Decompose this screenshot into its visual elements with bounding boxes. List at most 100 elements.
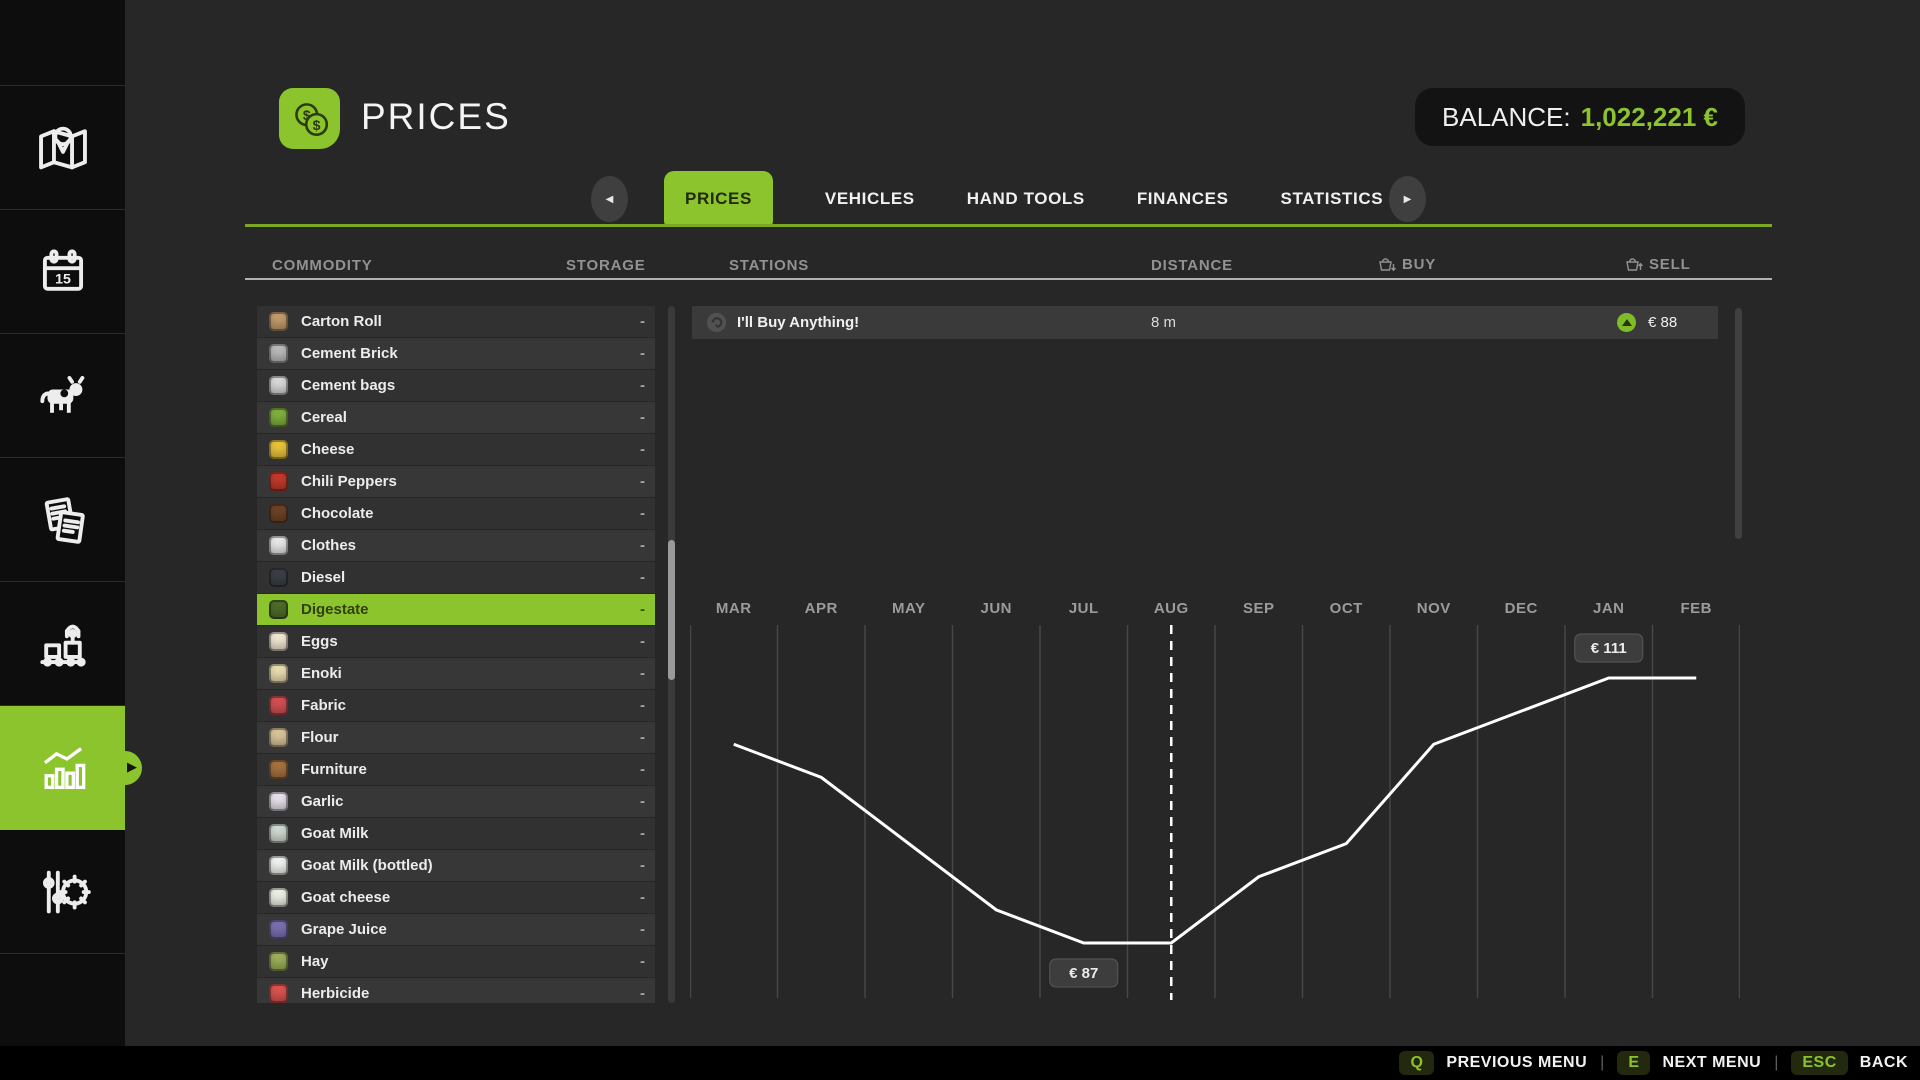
commodity-row[interactable]: Clothes - [257, 530, 655, 561]
settings-icon [32, 861, 94, 923]
active-menu-arrow-icon: ▶ [127, 759, 137, 775]
shortcut-label: PREVIOUS MENU [1446, 1054, 1587, 1072]
commodity-label: Cement bags [301, 377, 395, 394]
commodity-label: Hay [301, 953, 329, 970]
sidebar: 15 [0, 0, 125, 1080]
commodity-storage-value: - [640, 761, 645, 778]
commodity-row[interactable]: Carton Roll - [257, 306, 655, 337]
sidebar-item-production[interactable] [0, 582, 125, 706]
commodity-row[interactable]: Cement bags - [257, 370, 655, 401]
commodity-row[interactable]: Cereal - [257, 402, 655, 433]
shortcut-label: BACK [1860, 1054, 1908, 1072]
footer-shortcut[interactable]: Q PREVIOUS MENU | [1399, 1051, 1617, 1075]
commodity-icon [269, 984, 288, 1003]
month-label: FEB [1681, 600, 1713, 617]
commodity-row[interactable]: Chili Peppers - [257, 466, 655, 497]
commodity-row[interactable]: Flour - [257, 722, 655, 753]
tab-underline [245, 224, 1772, 227]
station-row[interactable]: I'll Buy Anything! 8 m € 88 [692, 306, 1718, 339]
commodity-icon [269, 568, 288, 587]
month-label: DEC [1505, 600, 1538, 617]
sidebar-item-calendar[interactable]: 15 [0, 210, 125, 334]
station-name: I'll Buy Anything! [737, 314, 859, 331]
contracts-icon [32, 489, 94, 551]
commodity-label: Diesel [301, 569, 345, 586]
commodity-storage-value: - [640, 473, 645, 490]
commodity-row[interactable]: Herbicide - [257, 978, 655, 1003]
commodity-scrollbar-thumb[interactable] [668, 540, 675, 680]
commodity-row[interactable]: Eggs - [257, 626, 655, 657]
commodity-row[interactable]: Goat Milk (bottled) - [257, 850, 655, 881]
commodity-icon [269, 760, 288, 779]
commodity-label: Cement Brick [301, 345, 398, 362]
commodity-icon [269, 920, 288, 939]
calendar-icon: 15 [32, 241, 94, 303]
commodity-row[interactable]: Goat cheese - [257, 882, 655, 913]
tabs-previous-button[interactable]: ◀ [591, 176, 628, 222]
commodity-row[interactable]: Enoki - [257, 658, 655, 689]
footer-bar: Q PREVIOUS MENU | E NEXT MENU | ESC BACK [0, 1046, 1920, 1080]
month-label: JUL [1069, 600, 1099, 617]
tab[interactable]: HAND TOOLS [967, 171, 1085, 227]
price-annotation: € 111 [1575, 634, 1643, 662]
commodity-scrollbar[interactable] [668, 306, 675, 1003]
commodity-row[interactable]: Chocolate - [257, 498, 655, 529]
commodity-icon [269, 408, 288, 427]
key-badge: Q [1399, 1051, 1434, 1075]
commodity-icon [269, 344, 288, 363]
commodity-list: Carton Roll - Cement Brick - Cement bags… [257, 306, 655, 1003]
commodity-row[interactable]: Furniture - [257, 754, 655, 785]
commodity-row[interactable]: Grape Juice - [257, 914, 655, 945]
commodity-icon [269, 536, 288, 555]
commodity-label: Cheese [301, 441, 354, 458]
commodity-row[interactable]: Cement Brick - [257, 338, 655, 369]
balance-value: 1,022,221 € [1581, 102, 1718, 133]
commodity-row[interactable]: Goat Milk - [257, 818, 655, 849]
sidebar-spacer [0, 0, 125, 86]
sidebar-item-prices[interactable] [0, 706, 125, 830]
commodity-storage-value: - [640, 697, 645, 714]
commodity-label: Fabric [301, 697, 346, 714]
balance-box: BALANCE: 1,022,221 € [1415, 88, 1745, 146]
stations-scrollbar[interactable] [1735, 308, 1742, 539]
sell-basket-icon [1625, 255, 1643, 273]
commodity-storage-value: - [640, 537, 645, 554]
sidebar-item-map[interactable] [0, 86, 125, 210]
commodity-row[interactable]: Digestate - [257, 594, 655, 625]
svg-text:$: $ [312, 116, 320, 132]
arrow-left-icon: ◀ [606, 194, 614, 205]
commodity-icon [269, 952, 288, 971]
commodity-icon [269, 696, 288, 715]
commodity-row[interactable]: Cheese - [257, 434, 655, 465]
commodity-storage-value: - [640, 889, 645, 906]
tab[interactable]: VEHICLES [825, 171, 915, 227]
commodity-row[interactable]: Fabric - [257, 690, 655, 721]
sidebar-item-contracts[interactable] [0, 458, 125, 582]
page-title: PRICES [361, 96, 511, 138]
sidebar-item-animals[interactable] [0, 334, 125, 458]
commodity-storage-value: - [640, 857, 645, 874]
tabs-next-button[interactable]: ▶ [1389, 176, 1426, 222]
commodity-storage-value: - [640, 953, 645, 970]
commodity-icon [269, 664, 288, 683]
month-label: JUN [980, 600, 1012, 617]
tab[interactable]: STATISTICS [1281, 171, 1384, 227]
footer-shortcut[interactable]: ESC BACK [1791, 1051, 1908, 1075]
commodity-icon [269, 376, 288, 395]
footer-shortcut[interactable]: E NEXT MENU | [1617, 1051, 1791, 1075]
commodity-row[interactable]: Garlic - [257, 786, 655, 817]
commodity-label: Chili Peppers [301, 473, 397, 490]
commodity-label: Goat Milk (bottled) [301, 857, 433, 874]
commodity-row[interactable]: Hay - [257, 946, 655, 977]
month-label: SEP [1243, 600, 1275, 617]
commodity-label: Eggs [301, 633, 338, 650]
cow-icon [32, 365, 94, 427]
svg-text:€ 111: € 111 [1591, 640, 1627, 657]
sidebar-item-settings[interactable] [0, 830, 125, 954]
shortcut-label: NEXT MENU [1662, 1054, 1761, 1072]
tab[interactable]: PRICES [664, 171, 773, 227]
tab[interactable]: FINANCES [1137, 171, 1229, 227]
commodity-storage-value: - [640, 985, 645, 1002]
month-label: JAN [1593, 600, 1625, 617]
commodity-row[interactable]: Diesel - [257, 562, 655, 593]
